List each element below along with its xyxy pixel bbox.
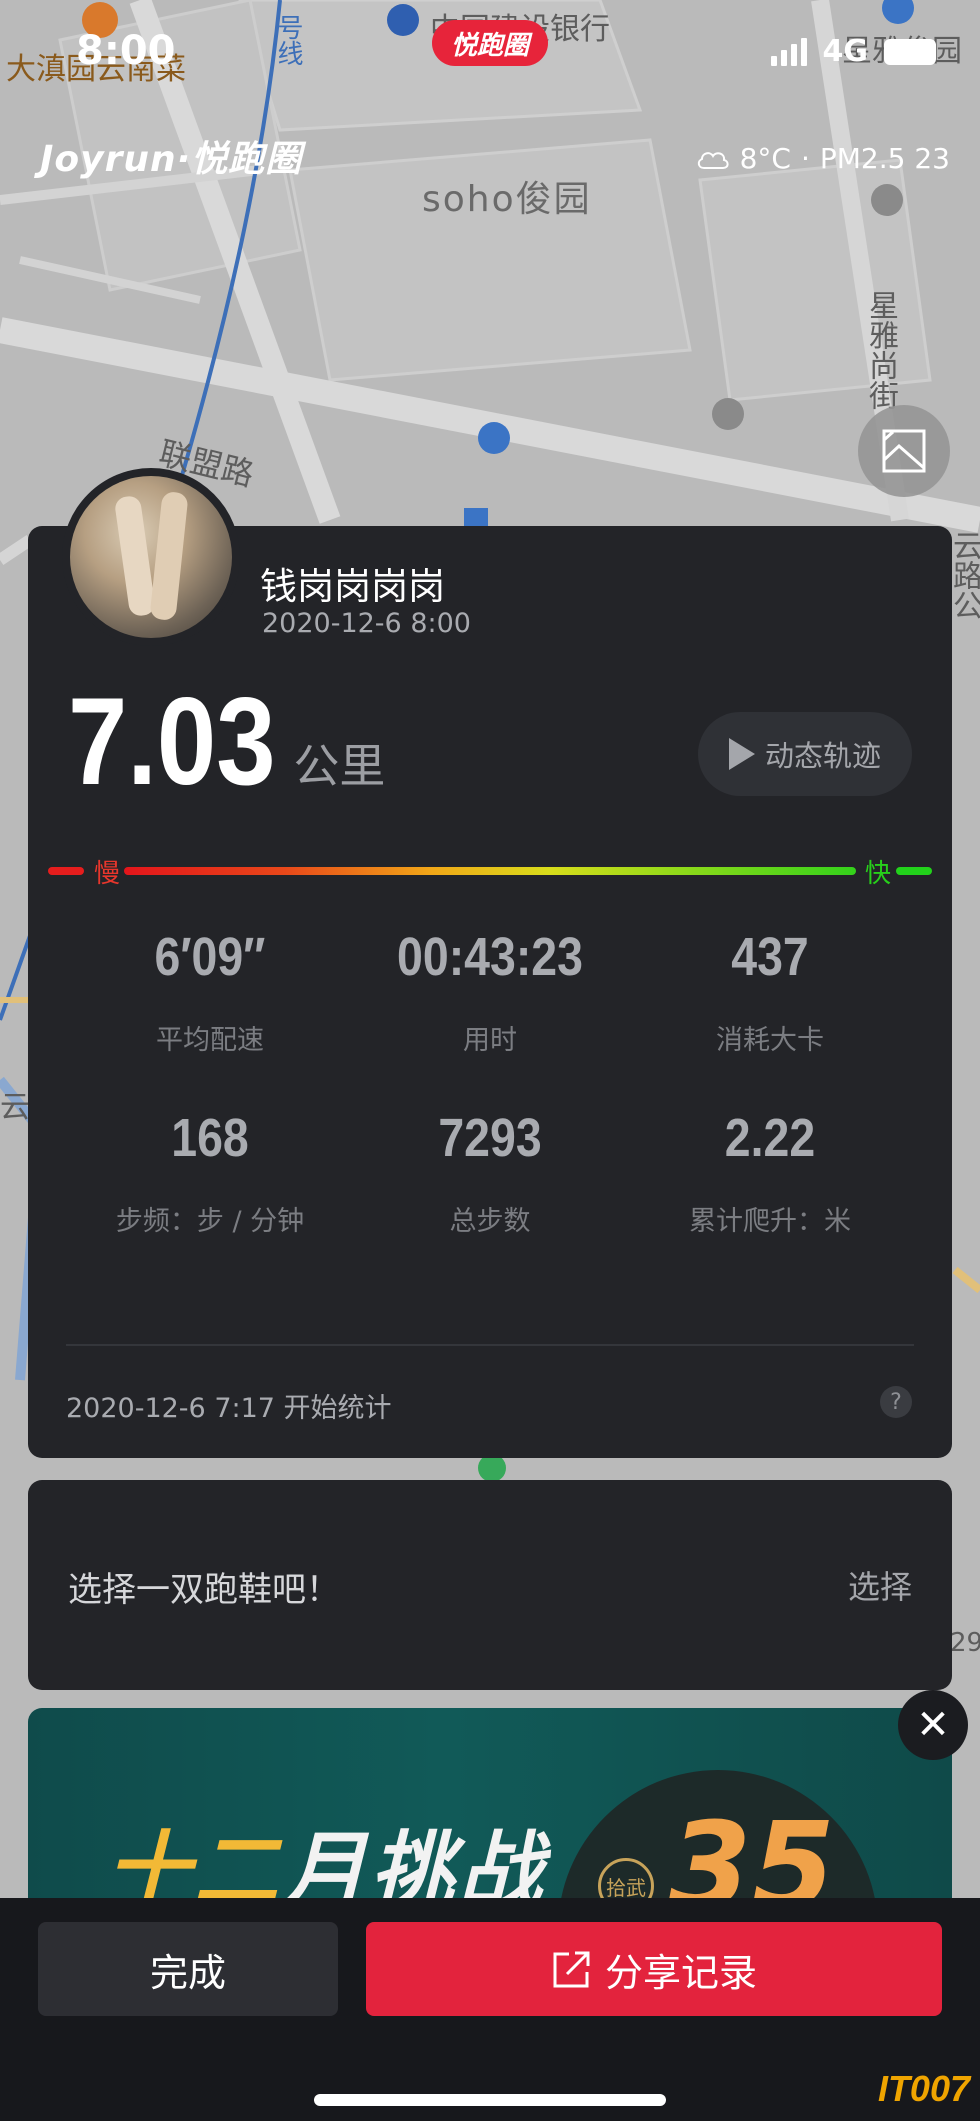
- dynamic-track-label: 动态轨迹: [764, 739, 881, 773]
- network-label: 4G: [822, 34, 869, 69]
- done-button[interactable]: 完成: [38, 1922, 338, 2016]
- map-number-label: 29: [950, 1628, 980, 1658]
- map-toggle-button[interactable]: [858, 405, 950, 497]
- stat-value: 2.22: [724, 1108, 816, 1168]
- challenge-banner[interactable]: 十二月挑战 拾武 35: [28, 1708, 952, 1898]
- stats-start-time: 2020-12-6 7:17 开始统计: [66, 1393, 392, 1424]
- run-distance: 7.03 公里: [68, 680, 385, 804]
- stat-value: 00:43:23: [397, 927, 583, 987]
- app-logo: Joyrun·悦跑圈: [40, 139, 303, 180]
- help-icon[interactable]: ?: [880, 1386, 912, 1418]
- home-indicator[interactable]: [314, 2094, 666, 2106]
- share-record-label: 分享记录: [604, 1950, 757, 1995]
- map-street-label: 星雅尚街: [863, 290, 898, 410]
- shoe-card[interactable]: 选择一双跑鞋吧！ 选择: [28, 1480, 952, 1690]
- bottom-action-bar: 完成 分享记录 IT007: [0, 1898, 980, 2121]
- avatar-image: [70, 476, 232, 638]
- stat-elevation-gain: 2.22 累计爬升：米: [630, 1107, 910, 1238]
- weather-temperature: 8°C: [739, 142, 791, 175]
- pace-bar-fast-segment: [896, 867, 932, 875]
- run-stats-grid: 6′09″ 平均配速 00:43:23 用时 437 消耗大卡 168 步频：步…: [70, 926, 910, 1238]
- watermark-logo: IT007: [877, 2068, 970, 2109]
- stat-label: 总步数: [449, 1206, 531, 1237]
- avatar[interactable]: [62, 468, 240, 646]
- share-icon: [553, 1951, 590, 1988]
- app-brand-pill: 悦跑圈: [432, 20, 548, 66]
- run-datetime: 2020-12-6 8:00: [262, 608, 471, 639]
- weather-info: 8°C · PM2.5 23: [696, 142, 950, 175]
- cloud-icon: [697, 151, 729, 169]
- weather-separator: ·: [800, 142, 810, 175]
- banner-close-button[interactable]: ✕: [898, 1690, 968, 1760]
- shoe-prompt: 选择一双跑鞋吧！: [68, 1570, 340, 1610]
- stat-label: 用时: [463, 1025, 517, 1056]
- banner-title-highlight: 十二: [106, 1822, 283, 1898]
- weather-air-quality: PM2.5 23: [819, 142, 950, 175]
- stat-cadence: 168 步频：步 / 分钟: [70, 1107, 350, 1238]
- play-icon: [728, 738, 755, 770]
- status-indicators: 4G: [770, 34, 936, 69]
- signal-icon: [770, 37, 807, 66]
- stat-value: 7293: [438, 1108, 542, 1168]
- map-line-label: 号线: [273, 14, 303, 66]
- status-time: 8:00: [76, 28, 176, 74]
- pace-fast-label: 快: [865, 859, 892, 889]
- stat-value: 437: [731, 927, 809, 987]
- battery-icon: [884, 38, 936, 65]
- banner-number: 35: [668, 1798, 835, 1898]
- stat-calories: 437 消耗大卡: [630, 926, 910, 1057]
- dynamic-track-button[interactable]: 动态轨迹: [698, 712, 912, 796]
- stat-avg-pace: 6′09″ 平均配速: [70, 926, 350, 1057]
- shoe-select-link[interactable]: 选择: [848, 1562, 912, 1608]
- stat-value: 6′09″: [154, 927, 266, 987]
- stat-total-steps: 7293 总步数: [350, 1107, 630, 1238]
- stat-value: 168: [171, 1108, 249, 1168]
- stat-duration: 00:43:23 用时: [350, 926, 630, 1057]
- distance-value: 7.03: [68, 673, 276, 811]
- pace-gradient-bar: 慢 快: [48, 856, 932, 889]
- map-image-icon: [882, 429, 926, 473]
- banner-title: 十二月挑战: [106, 1804, 546, 1898]
- stat-label: 消耗大卡: [716, 1025, 824, 1056]
- stat-label: 累计爬升：米: [689, 1206, 851, 1237]
- share-record-button[interactable]: 分享记录: [366, 1922, 942, 2016]
- pace-slow-label: 慢: [94, 859, 121, 889]
- stat-label: 平均配速: [156, 1025, 264, 1056]
- banner-title-rest: 月挑战: [282, 1822, 547, 1898]
- pace-gradient: [124, 867, 856, 875]
- distance-unit: 公里: [293, 739, 386, 793]
- user-name: 钱岗岗岗岗: [260, 565, 445, 608]
- map-estate-label: soho俊园: [422, 179, 592, 220]
- stat-label: 步频：步 / 分钟: [115, 1206, 305, 1237]
- pace-bar-slow-segment: [48, 867, 84, 875]
- card-divider: [66, 1344, 914, 1346]
